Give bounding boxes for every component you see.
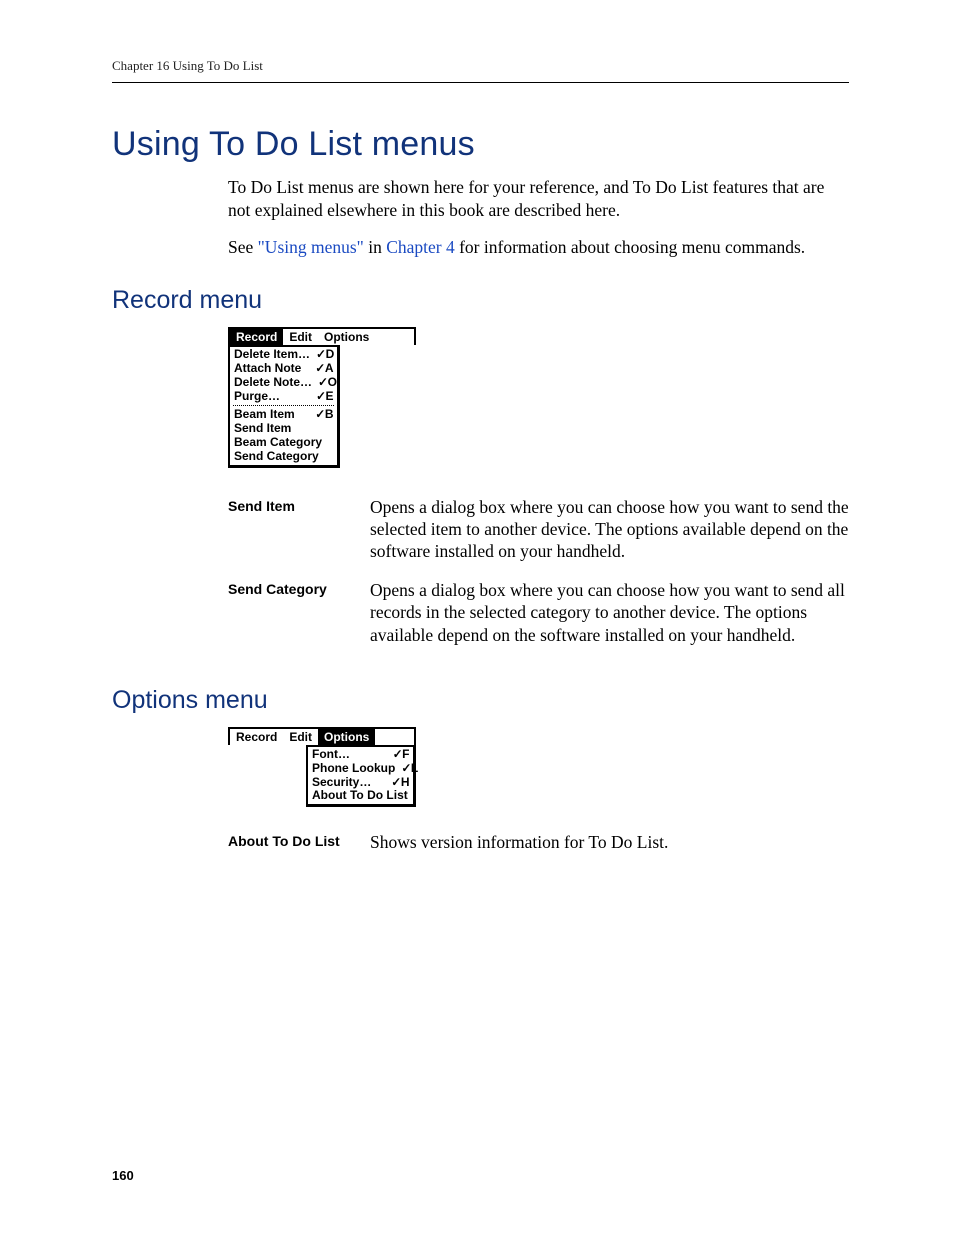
menu-separator (233, 405, 334, 406)
menu-item-label: Security… (312, 776, 385, 790)
menu-bar-item-options[interactable]: Options (318, 329, 375, 345)
menu-item-shortcut: ✓L (401, 762, 417, 776)
menu-item-shortcut: ✓O (318, 376, 336, 390)
record-menu-figure: RecordEditOptionsDelete Item…✓DAttach No… (228, 327, 849, 467)
menu-dropdown: Delete Item… ✓D Attach Note ✓ADelete Note… ✓… (228, 345, 340, 467)
menu-item[interactable]: Purge… ✓E (230, 390, 337, 404)
section-record-heading: Record menu (112, 286, 849, 315)
definition-body: Opens a dialog box where you can choose … (370, 496, 849, 563)
definition-body: Shows version information for To Do List… (370, 831, 849, 853)
menu-item-label: Purge… (234, 390, 310, 404)
menu-item-label: Delete Item… (234, 348, 310, 362)
menu-bar: RecordEditOptions (228, 327, 416, 345)
menu-bar: RecordEditOptions (228, 727, 416, 745)
record-defs: Send Item Opens a dialog box where you ca… (228, 496, 849, 646)
menu-item-shortcut: ✓D (316, 348, 334, 362)
menu-item[interactable]: Font… ✓F (308, 748, 413, 762)
menu-item-label: Font… (312, 748, 387, 762)
menu-item-shortcut: ✓E (316, 390, 333, 404)
page-number: 160 (112, 1168, 134, 1183)
menu-item-label: Attach Note (234, 362, 309, 376)
menu-item-label: Send Item (234, 422, 333, 436)
intro-text: See (228, 237, 258, 257)
menu-bar-item-edit[interactable]: Edit (283, 329, 318, 345)
intro-paragraph-1: To Do List menus are shown here for your… (228, 176, 849, 222)
options-defs: About To Do List Shows version informatio… (228, 831, 849, 853)
menu-item-label: About To Do List (312, 789, 409, 803)
menu-item-label: Beam Item (234, 408, 309, 422)
menu-item[interactable]: Send Category (230, 450, 337, 464)
definition-row: Send Item Opens a dialog box where you ca… (228, 496, 849, 563)
menu-item[interactable]: Delete Item… ✓D (230, 348, 337, 362)
menu-item[interactable]: Attach Note ✓A (230, 362, 337, 376)
menu-item-shortcut: ✓F (393, 748, 409, 762)
definition-row: About To Do List Shows version informatio… (228, 831, 849, 853)
menu-bar-item-record[interactable]: Record (230, 329, 283, 345)
section-options-heading: Options menu (112, 686, 849, 715)
menu-item-shortcut: ✓B (315, 408, 333, 422)
menu-item[interactable]: Delete Note… ✓O (230, 376, 337, 390)
menu-item[interactable]: About To Do List (308, 789, 413, 803)
menu-dropdown: Font…✓FPhone Lookup✓LSecurity…✓HAbout To… (306, 745, 416, 807)
menu-bar-item-edit[interactable]: Edit (283, 729, 318, 745)
definition-body: Opens a dialog box where you can choose … (370, 579, 849, 646)
menu-item[interactable]: Beam Category (230, 436, 337, 450)
definition-term: About To Do List (228, 831, 348, 853)
intro-text: for information about choosing menu comm… (455, 237, 805, 257)
menu-item[interactable]: Phone Lookup✓L (308, 762, 413, 776)
definition-row: Send Category Opens a dialog box where yo… (228, 579, 849, 646)
menu-item[interactable]: Send Item (230, 422, 337, 436)
options-menu-figure: RecordEditOptionsFont…✓FPhone Lookup✓LSe… (228, 727, 849, 807)
menu-item[interactable]: Security… ✓H (308, 776, 413, 790)
link-chapter-4[interactable]: Chapter 4 (386, 237, 455, 257)
menu-item-label: Phone Lookup (312, 762, 395, 776)
running-head: Chapter 16 Using To Do List (112, 58, 849, 83)
intro-text: in (364, 237, 386, 257)
menu-bar-item-options[interactable]: Options (318, 729, 375, 745)
menu-item-label: Send Category (234, 450, 333, 464)
definition-term: Send Category (228, 579, 348, 646)
menu-item-label: Delete Note… (234, 376, 312, 390)
link-using-menus[interactable]: "Using menus" (258, 237, 364, 257)
page-title: Using To Do List menus (112, 125, 849, 164)
definition-term: Send Item (228, 496, 348, 563)
menu-bar-item-record[interactable]: Record (230, 729, 283, 745)
menu-item[interactable]: Beam Item ✓B (230, 408, 337, 422)
intro-paragraph-2: See "Using menus" in Chapter 4 for infor… (228, 236, 849, 259)
menu-item-label: Beam Category (234, 436, 333, 450)
menu-item-shortcut: ✓H (391, 776, 409, 790)
menu-item-shortcut: ✓A (315, 362, 333, 376)
